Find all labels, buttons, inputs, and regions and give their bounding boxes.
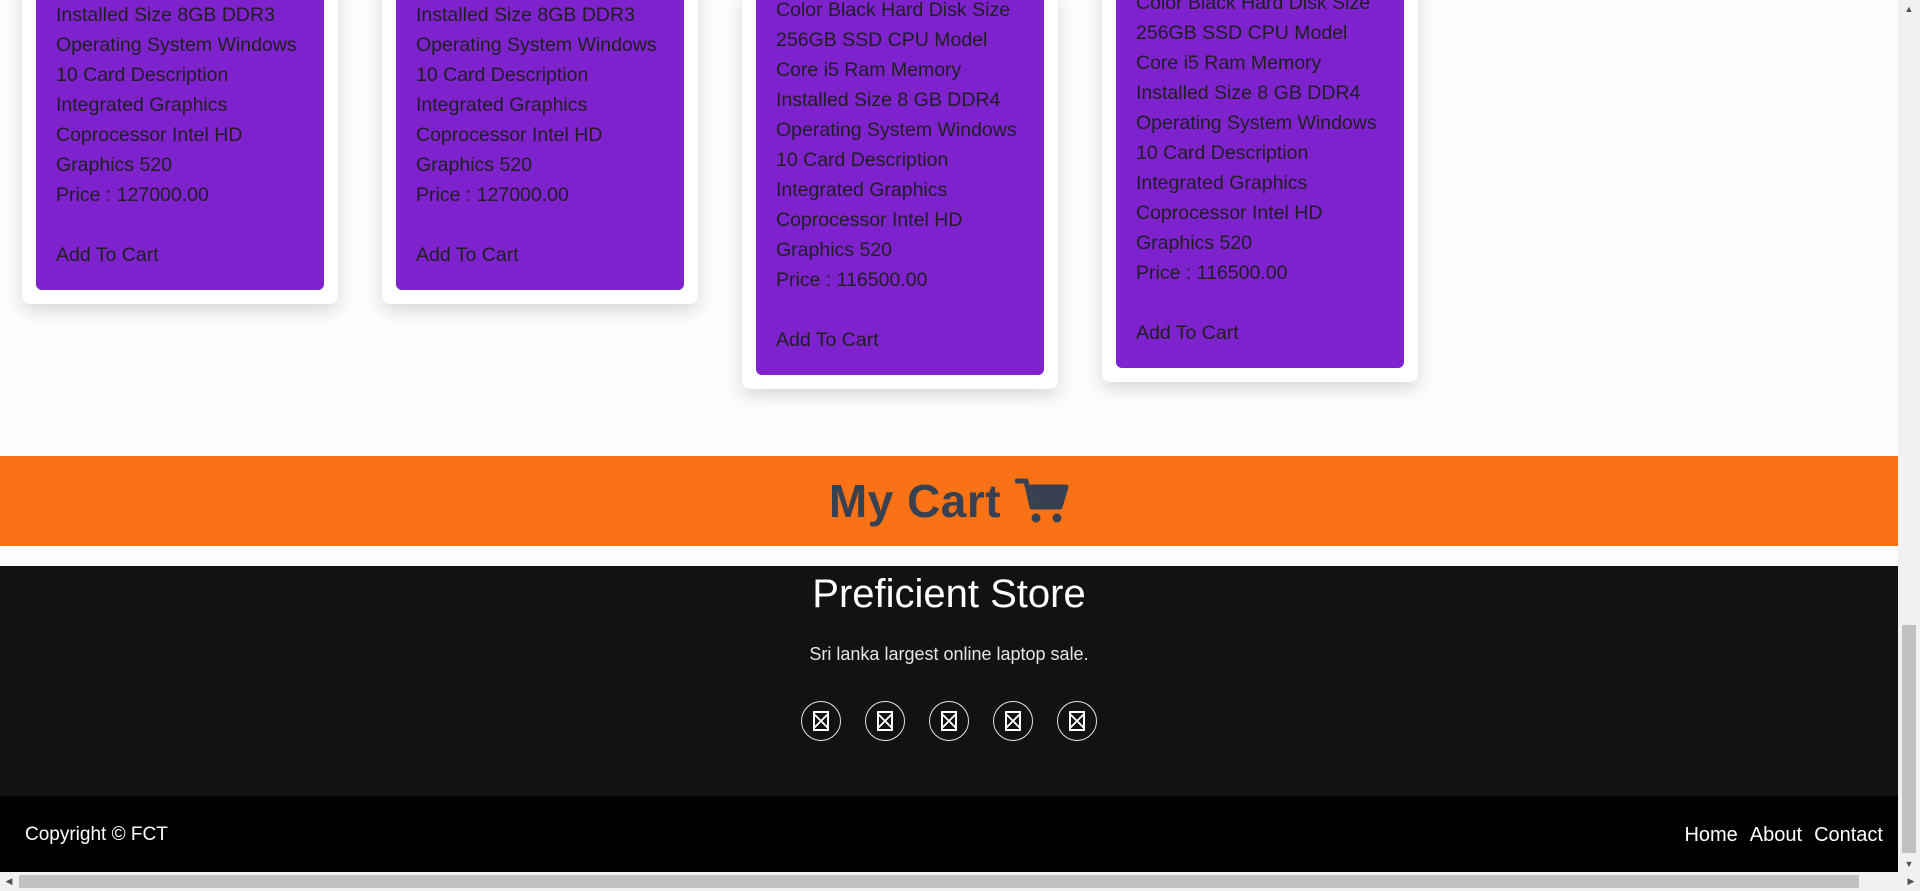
product-card: Installed Size 8GB DDR3 Operating System… bbox=[382, 0, 698, 304]
missing-glyph-icon bbox=[877, 711, 893, 731]
my-cart-banner[interactable]: My Cart bbox=[0, 456, 1898, 546]
social-icon[interactable] bbox=[929, 701, 969, 741]
product-description: Color Black Hard Disk Size 256GB SSD CPU… bbox=[776, 0, 1017, 261]
social-icon[interactable] bbox=[993, 701, 1033, 741]
product-card-body: Color Black Hard Disk Size 256GB SSD CPU… bbox=[1116, 0, 1404, 368]
product-price: Price : 116500.00 bbox=[1136, 262, 1288, 284]
product-price: Price : 116500.00 bbox=[776, 269, 928, 291]
product-card-body: Installed Size 8GB DDR3 Operating System… bbox=[36, 0, 324, 290]
scroll-down-icon[interactable]: ▼ bbox=[1898, 855, 1920, 872]
scroll-left-icon[interactable]: ◀ bbox=[0, 872, 18, 891]
footer-bottom-bar: Copyright © FCT Home About Contact bbox=[0, 796, 1898, 872]
missing-glyph-icon bbox=[1069, 711, 1085, 731]
missing-glyph-icon bbox=[1005, 711, 1021, 731]
product-card-body: Color Black Hard Disk Size 256GB SSD CPU… bbox=[756, 0, 1044, 375]
footer-link-about[interactable]: About bbox=[1750, 824, 1802, 847]
social-icon[interactable] bbox=[801, 701, 841, 741]
cart-title: My Cart bbox=[828, 475, 1002, 527]
vertical-scrollbar[interactable]: ▲ ▼ bbox=[1898, 0, 1920, 872]
product-description: Installed Size 8GB DDR3 Operating System… bbox=[56, 4, 297, 176]
product-card: Color Black Hard Disk Size 256GB SSD CPU… bbox=[1102, 0, 1418, 382]
add-to-cart-button[interactable]: Add To Cart bbox=[1136, 318, 1239, 348]
social-links bbox=[0, 701, 1898, 741]
store-name: Preficient Store bbox=[812, 572, 1086, 616]
shopping-cart-icon bbox=[1015, 478, 1069, 523]
social-icon[interactable] bbox=[1057, 701, 1097, 741]
product-price: Price : 127000.00 bbox=[56, 184, 209, 206]
store-tagline: Sri lanka largest online laptop sale. bbox=[809, 644, 1089, 664]
scroll-right-icon[interactable]: ▶ bbox=[1902, 872, 1920, 891]
copyright-text: Copyright © FCT bbox=[25, 824, 168, 845]
product-price: Price : 127000.00 bbox=[416, 184, 569, 206]
footer-link-home[interactable]: Home bbox=[1684, 824, 1737, 847]
social-icon[interactable] bbox=[865, 701, 905, 741]
add-to-cart-button[interactable]: Add To Cart bbox=[56, 240, 159, 270]
horizontal-scrollbar[interactable]: ◀ ▶ bbox=[0, 872, 1920, 891]
missing-glyph-icon bbox=[813, 711, 829, 731]
horizontal-scrollbar-thumb[interactable] bbox=[19, 875, 1859, 888]
add-to-cart-button[interactable]: Add To Cart bbox=[416, 240, 519, 270]
vertical-scrollbar-thumb[interactable] bbox=[1902, 625, 1916, 853]
footer-nav: Home About Contact bbox=[1684, 824, 1883, 847]
product-description: Color Black Hard Disk Size 256GB SSD CPU… bbox=[1136, 0, 1377, 254]
footer: Preficient Store Sri lanka largest onlin… bbox=[0, 566, 1898, 796]
footer-link-contact[interactable]: Contact bbox=[1814, 824, 1883, 847]
product-card: Color Black Hard Disk Size 256GB SSD CPU… bbox=[742, 0, 1058, 389]
add-to-cart-button[interactable]: Add To Cart bbox=[776, 325, 879, 355]
missing-glyph-icon bbox=[941, 711, 957, 731]
product-card: Installed Size 8GB DDR3 Operating System… bbox=[22, 0, 338, 304]
product-description: Installed Size 8GB DDR3 Operating System… bbox=[416, 4, 657, 176]
product-card-body: Installed Size 8GB DDR3 Operating System… bbox=[396, 0, 684, 290]
scroll-up-icon[interactable]: ▲ bbox=[1898, 0, 1920, 17]
